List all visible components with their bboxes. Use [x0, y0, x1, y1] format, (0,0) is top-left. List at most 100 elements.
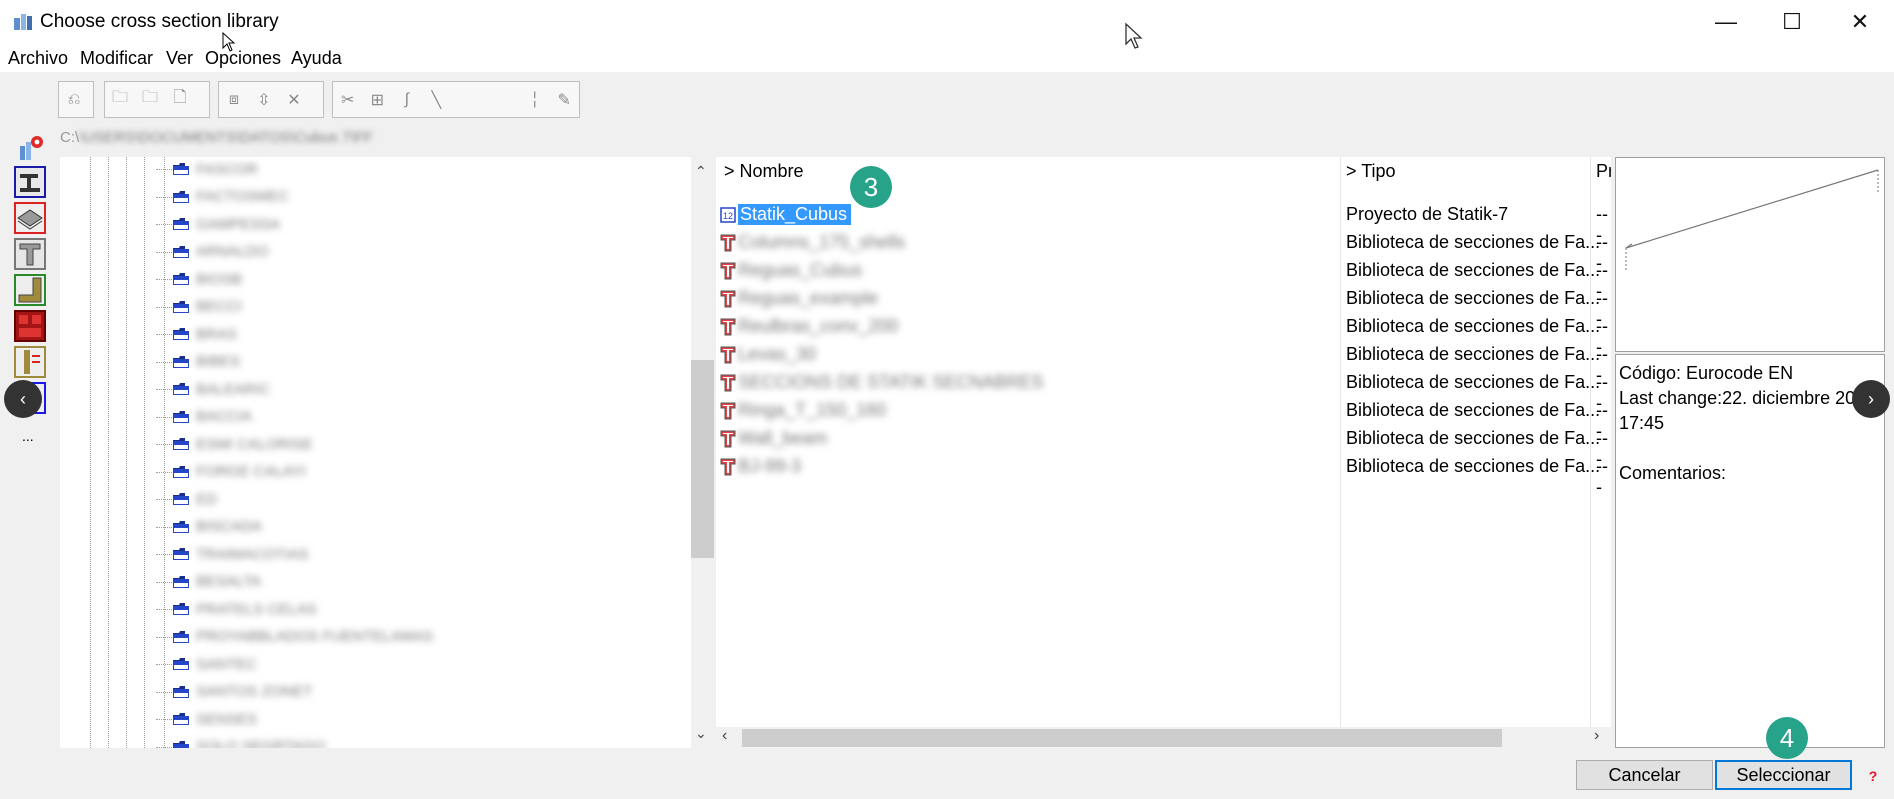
- tree-item[interactable]: PROYABBLADOS FUENTELAMAS: [156, 627, 433, 647]
- tree-item[interactable]: ARNALDO: [156, 242, 269, 262]
- tree-item[interactable]: GAMPESSA: [156, 214, 280, 234]
- menu-ayuda[interactable]: Ayuda: [291, 48, 342, 69]
- t-section-icon: [720, 234, 736, 252]
- curve-icon[interactable]: ∫: [392, 85, 422, 115]
- move-icon[interactable]: ⧈: [219, 85, 249, 115]
- copy-folder-icon[interactable]: 🗀: [135, 85, 165, 115]
- t-section-icon: [720, 458, 736, 476]
- list-row[interactable]: 12 Statik_Cubus Proyecto de Statik-7 ---: [716, 201, 1611, 245]
- rename-icon[interactable]: ✎: [549, 85, 579, 115]
- refresh-icon[interactable]: ⎌: [59, 85, 89, 115]
- info-time: 17:45: [1619, 413, 1665, 433]
- folder-icon: [173, 438, 189, 450]
- tree-item[interactable]: BISCADA: [156, 517, 262, 537]
- settings-icon[interactable]: [14, 132, 46, 164]
- scroll-down-icon[interactable]: ⌄: [695, 725, 707, 742]
- list-horizontal-scrollbar[interactable]: ‹ ›: [716, 727, 1611, 748]
- list-row[interactable]: Levas_30 Biblioteca de secciones de Fa...…: [716, 341, 1611, 385]
- delete-icon[interactable]: ✕: [279, 85, 309, 115]
- table-icon[interactable]: ⊞: [363, 85, 393, 115]
- l-section-icon[interactable]: [14, 274, 46, 306]
- tree-item[interactable]: SENSES: [156, 709, 257, 729]
- tree-item-label: BALEARIC: [196, 380, 271, 398]
- line-icon[interactable]: ╲: [422, 85, 452, 115]
- tree-item[interactable]: ED: [156, 489, 217, 509]
- scroll-left-icon[interactable]: ‹: [722, 727, 727, 745]
- info-last-change: Last change:22. diciembre 2016: [1619, 388, 1876, 408]
- row-type: Biblioteca de secciones de Fa...: [1346, 372, 1601, 392]
- toolbar-group-3: ⧈ ⇳ ✕: [218, 81, 324, 118]
- beam-section-icon[interactable]: [14, 166, 46, 198]
- tree-item[interactable]: BIOSB: [156, 269, 242, 289]
- new-folder-icon[interactable]: 🗀: [105, 85, 135, 115]
- list-scroll-thumb[interactable]: [742, 729, 1502, 747]
- folder-icon: [173, 520, 189, 533]
- tree-item[interactable]: SANTEC: [156, 654, 257, 674]
- tree-item[interactable]: ESMI CALORISE: [156, 434, 313, 454]
- tree-item[interactable]: FACTOSMEC: [156, 187, 289, 207]
- tree-scroll-thumb[interactable]: [691, 360, 714, 558]
- help-icon[interactable]: ?: [1860, 762, 1886, 790]
- tree-item[interactable]: BECCI: [156, 297, 242, 317]
- scroll-up-icon[interactable]: ⌃: [695, 163, 707, 180]
- row-name: Wall_beam: [738, 428, 828, 448]
- column-header-name[interactable]: > Nombre: [724, 161, 804, 182]
- tree-scrollbar[interactable]: ⌃ ⌄: [691, 157, 714, 748]
- cancel-button[interactable]: Cancelar: [1576, 760, 1713, 790]
- tree-item[interactable]: SANTOS ZONET: [156, 682, 313, 702]
- menu-modificar[interactable]: Modificar: [80, 48, 153, 69]
- t-section-icon: [720, 318, 736, 336]
- scroll-right-icon[interactable]: ›: [1594, 727, 1599, 745]
- list-row[interactable]: Reulbras_conv_200 Biblioteca de secciones…: [716, 313, 1611, 357]
- list-row[interactable]: Reguas_Cubus Biblioteca de secciones de F…: [716, 257, 1611, 301]
- path-prefix: C:\: [60, 129, 80, 146]
- more-tools[interactable]: ...: [22, 428, 34, 444]
- list-row[interactable]: SECCIONS DE STATIK SECNABRES Biblioteca d…: [716, 369, 1611, 413]
- tree-item[interactable]: TRAIMACOTIAS: [156, 544, 309, 564]
- folder-icon: [173, 328, 189, 340]
- column-section-icon[interactable]: [14, 346, 46, 378]
- toolbar-group-1: ⎌: [58, 81, 94, 118]
- tree-item[interactable]: FORGE CALAYI: [156, 462, 306, 482]
- column-header-type[interactable]: > Tipo: [1346, 161, 1396, 182]
- toolbar-group-2: 🗀 🗀 🗋: [104, 81, 210, 118]
- row-name: Ringa_T_150_160: [738, 400, 887, 420]
- tree-item[interactable]: BESALTA: [156, 572, 261, 592]
- menu-opciones[interactable]: Opciones: [205, 48, 281, 69]
- maximize-button[interactable]: ☐: [1762, 6, 1822, 38]
- merge-icon[interactable]: ⇳: [249, 85, 279, 115]
- column-header-pr[interactable]: Pr: [1596, 161, 1611, 182]
- list-row[interactable]: Reguas_example Biblioteca de secciones de…: [716, 285, 1611, 329]
- row-name: Reguas_Cubus: [738, 260, 863, 280]
- t-section-icon: [720, 430, 736, 448]
- grid-section-icon[interactable]: [14, 310, 46, 342]
- slab-section-icon[interactable]: [14, 202, 46, 234]
- list-row[interactable]: Columns_175_shells Biblioteca de seccione…: [716, 229, 1611, 273]
- tree-item[interactable]: PRATELS CELAS: [156, 599, 317, 619]
- tree-item[interactable]: BALEARIC: [156, 379, 271, 399]
- select-button[interactable]: Seleccionar: [1715, 760, 1852, 790]
- close-button[interactable]: ✕: [1830, 6, 1890, 38]
- cut-icon[interactable]: ✂: [333, 85, 363, 115]
- menu-archivo[interactable]: Archivo: [8, 48, 68, 69]
- library-info: Código: Eurocode EN Last change:22. dici…: [1615, 354, 1885, 748]
- tree-item[interactable]: BRAS: [156, 324, 237, 344]
- t-section-icon[interactable]: [14, 238, 46, 270]
- tree-item[interactable]: FASCOR: [156, 159, 258, 179]
- list-row[interactable]: BJ-99-3 Biblioteca de secciones de Fa... -…: [716, 453, 1611, 497]
- tree-item[interactable]: SOLO SEGRTAGO: [156, 737, 325, 748]
- dimension-icon[interactable]: ╎: [520, 85, 550, 115]
- next-arrow-icon[interactable]: ›: [1852, 380, 1890, 418]
- prev-arrow-icon[interactable]: ‹: [4, 380, 42, 418]
- tree-item-label: SANTOS ZONET: [196, 683, 313, 700]
- tree-item[interactable]: BIBES: [156, 352, 240, 372]
- new-file-icon[interactable]: 🗋: [165, 85, 195, 115]
- list-row[interactable]: Wall_beam Biblioteca de secciones de Fa..…: [716, 425, 1611, 469]
- folder-tree[interactable]: FASCOR FACTOSMEC GAMPESSA ARNALDO BIOSB BECCI…: [60, 157, 691, 748]
- menu-ver[interactable]: Ver: [166, 48, 193, 69]
- tree-item[interactable]: BACCIA: [156, 407, 252, 427]
- row-type: Biblioteca de secciones de Fa...: [1346, 428, 1601, 448]
- minimize-button[interactable]: —: [1696, 6, 1756, 38]
- list-row[interactable]: Ringa_T_150_160 Biblioteca de secciones d…: [716, 397, 1611, 441]
